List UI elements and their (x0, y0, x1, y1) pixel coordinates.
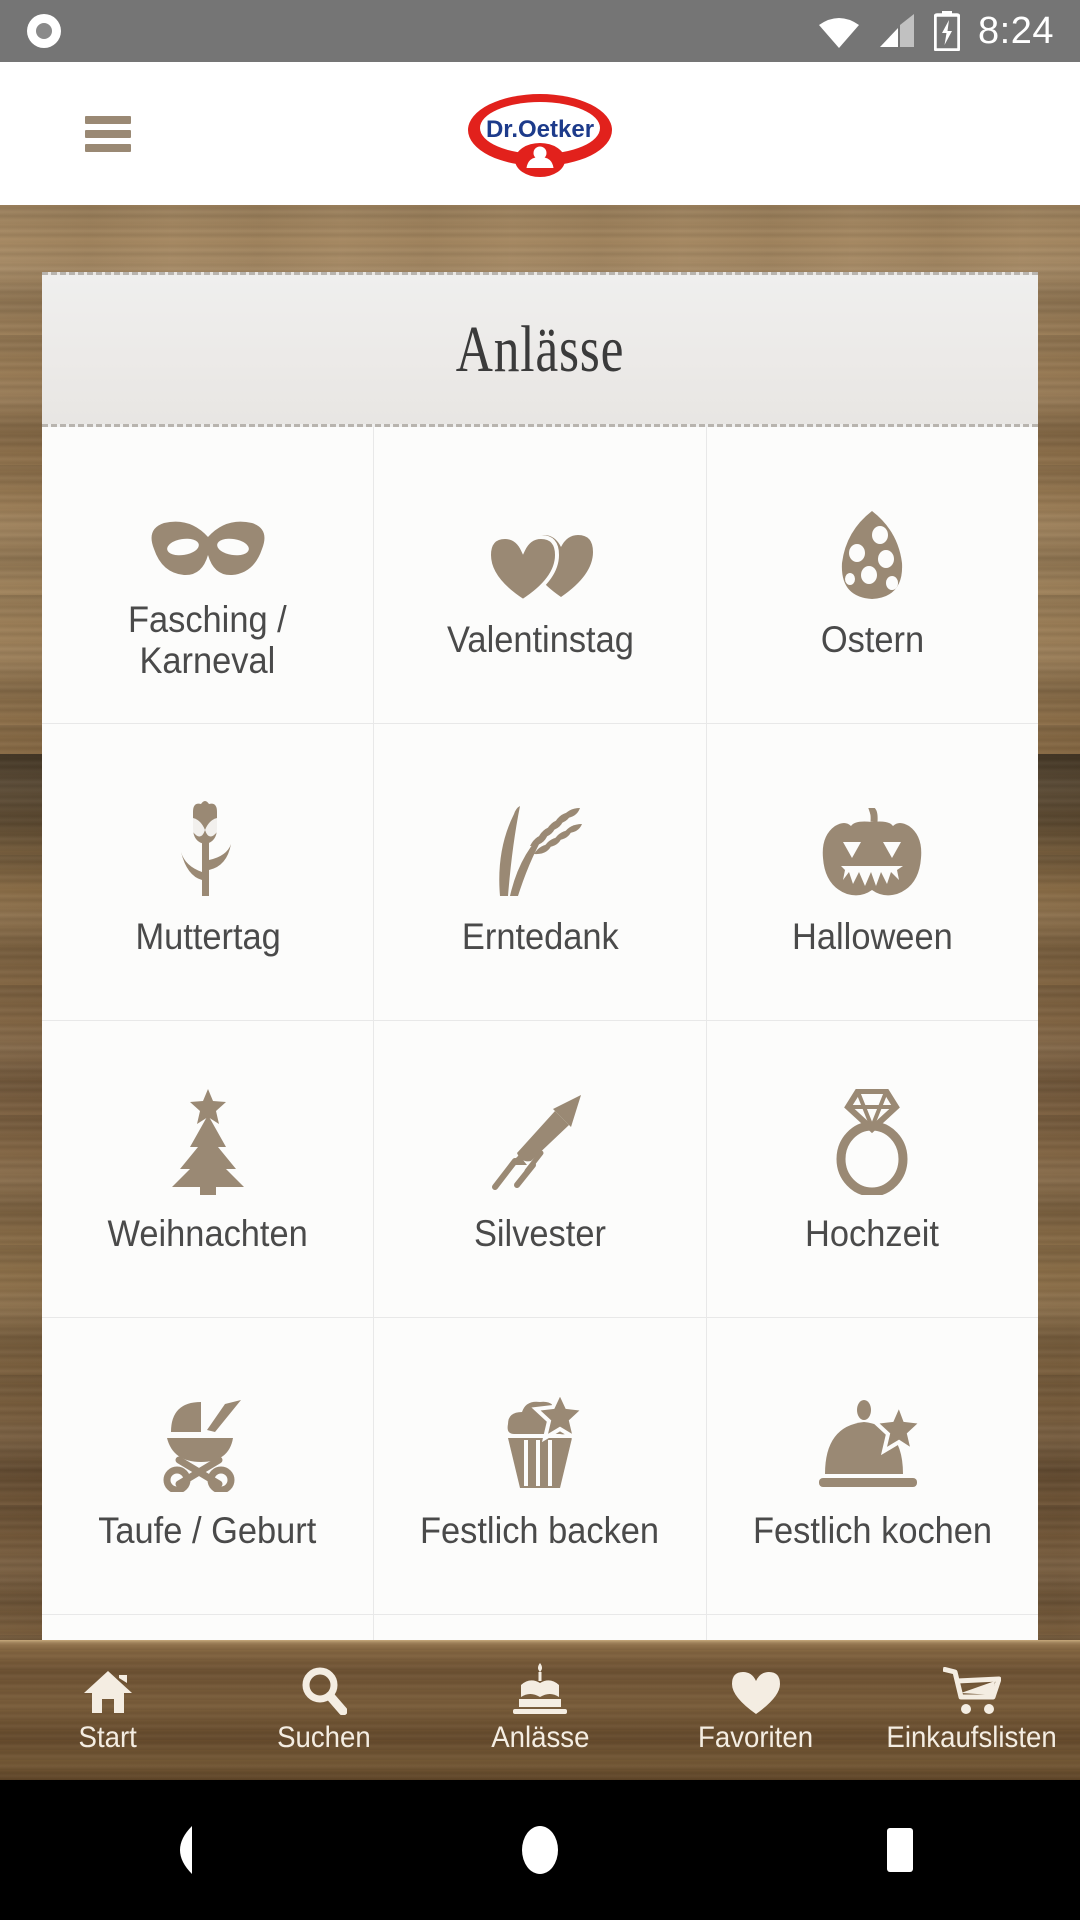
status-bar: 8:24 (0, 0, 1080, 62)
hamburger-bar-2 (85, 129, 131, 138)
tile-label: Weihnachten (107, 1213, 308, 1255)
hamburger-bar-3 (85, 143, 131, 152)
cellular-signal-icon (880, 14, 915, 47)
bottom-navigation-bar: Start Suchen Anlässe Favoriten Einkaufsl… (0, 1640, 1080, 1780)
baby-stroller-icon (157, 1380, 259, 1493)
notification-dot-icon (27, 14, 61, 48)
tile-ostern[interactable]: Ostern (706, 427, 1038, 723)
tile-label: Halloween (791, 916, 953, 958)
battery-charging-icon (934, 11, 961, 51)
status-bar-clock: 8:24 (978, 10, 1054, 52)
nav-item-label: Favoriten (698, 1721, 814, 1754)
occasions-card: Anlässe Fasching / Karneval Valentinstag… (42, 272, 1038, 1664)
android-recents-button[interactable] (840, 1780, 960, 1920)
logo-wordmark: Dr.Oetker (486, 116, 594, 143)
occasions-grid: Fasching / Karneval Valentinstag Ostern … (42, 427, 1038, 1664)
tile-fasching-karneval[interactable]: Fasching / Karneval (42, 427, 374, 723)
tile-weihnachten[interactable]: Weihnachten (42, 1021, 374, 1317)
tulip-flower-icon (171, 786, 245, 898)
diamond-ring-icon (828, 1083, 916, 1196)
hamburger-bar-1 (85, 115, 131, 124)
tile-erntedank[interactable]: Erntedank (374, 724, 706, 1020)
nav-item-favoriten[interactable]: Favoriten (648, 1640, 864, 1780)
tile-label: Festlich kochen (752, 1510, 992, 1552)
tile-label: Hochzeit (805, 1213, 940, 1255)
christmas-tree-icon (160, 1083, 256, 1196)
tile-silvester[interactable]: Silvester (374, 1021, 706, 1317)
birthday-cake-icon (511, 1663, 569, 1715)
nav-item-anlaesse[interactable]: Anlässe (432, 1640, 648, 1780)
tile-festlich-backen[interactable]: Festlich backen (374, 1318, 706, 1614)
heart-icon (731, 1665, 781, 1715)
wifi-icon (819, 18, 860, 48)
android-home-button[interactable] (480, 1780, 600, 1920)
nav-item-label: Start (78, 1721, 138, 1754)
tile-halloween[interactable]: Halloween (706, 724, 1038, 1020)
dr-oetker-logo[interactable]: Dr.Oetker (466, 90, 614, 178)
shopping-cart-icon (943, 1665, 1001, 1715)
firework-rocket-icon (489, 1083, 591, 1195)
two-hearts-icon (485, 489, 595, 602)
jack-o-lantern-icon (819, 786, 925, 898)
cupcake-star-icon (492, 1380, 588, 1492)
nav-item-label: Anlässe (490, 1721, 590, 1754)
hamburger-menu-icon[interactable] (85, 115, 131, 152)
android-navigation-bar (0, 1780, 1080, 1920)
tile-festlich-kochen[interactable]: Festlich kochen (706, 1318, 1038, 1614)
carnival-mask-icon (150, 469, 266, 581)
tile-label: Erntedank (461, 916, 619, 958)
nav-item-einkaufslisten[interactable]: Einkaufslisten (864, 1640, 1080, 1780)
status-bar-left (22, 9, 66, 53)
home-circle-icon (522, 1826, 558, 1874)
home-icon (83, 1665, 133, 1715)
back-triangle-icon (180, 1826, 192, 1874)
nav-item-suchen[interactable]: Suchen (216, 1640, 432, 1780)
tile-muttertag[interactable]: Muttertag (42, 724, 374, 1020)
android-back-button[interactable] (120, 1780, 240, 1920)
wheat-stalk-icon (486, 786, 594, 898)
status-bar-right: 8:24 (818, 11, 1054, 51)
page-title-panel: Anlässe (42, 272, 1038, 427)
tile-label: Valentinstag (446, 619, 634, 661)
tile-valentinstag[interactable]: Valentinstag (374, 427, 706, 723)
nav-item-label: Suchen (277, 1721, 371, 1754)
page-title: Anlässe (455, 312, 625, 386)
app-header: Dr.Oetker (0, 62, 1080, 205)
easter-egg-icon (838, 489, 906, 601)
phone-screen: 8:24 Dr.Oetker Anlässe Fasching / Karnev… (0, 0, 1080, 1920)
tile-label: Fasching / Karneval (128, 598, 288, 681)
tile-label: Ostern (820, 619, 924, 661)
nav-item-start[interactable]: Start (0, 1640, 216, 1780)
tile-label: Muttertag (134, 916, 281, 958)
tile-label: Silvester (474, 1213, 606, 1255)
tile-taufe-geburt[interactable]: Taufe / Geburt (42, 1318, 374, 1614)
nav-item-label: Einkaufslisten (886, 1721, 1058, 1754)
recents-square-icon (887, 1828, 913, 1872)
search-icon (301, 1665, 347, 1715)
tile-label: Taufe / Geburt (98, 1510, 317, 1552)
serving-dome-star-icon (817, 1380, 927, 1492)
tile-hochzeit[interactable]: Hochzeit (706, 1021, 1038, 1317)
tile-label: Festlich backen (420, 1510, 660, 1552)
